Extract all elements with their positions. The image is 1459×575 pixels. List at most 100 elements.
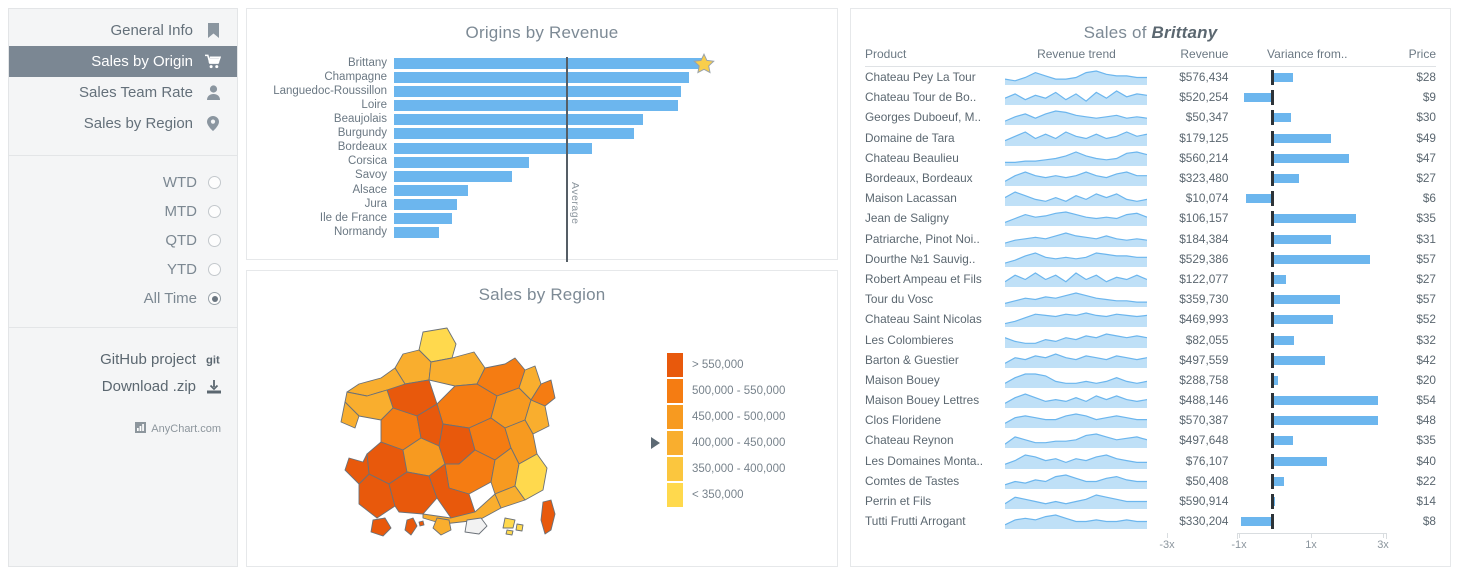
cell-revenue-trend bbox=[1002, 188, 1151, 208]
table-row[interactable]: Chateau Reynon $497,648 $35 bbox=[865, 430, 1436, 450]
legend-row[interactable]: > 550,000 bbox=[641, 352, 831, 378]
bar-row[interactable]: Alsace bbox=[247, 184, 815, 197]
sidebar-links: GitHub project git Download .zip AnyChart.… bbox=[9, 328, 237, 566]
table-row[interactable]: Tour du Vosc $359,730 $57 bbox=[865, 289, 1436, 309]
table-header-row: Product Revenue trend Revenue Variance f… bbox=[865, 43, 1436, 67]
radio-button[interactable] bbox=[208, 176, 221, 189]
table-row[interactable]: Maison Bouey $288,758 $20 bbox=[865, 370, 1436, 390]
bar-row[interactable]: Loire bbox=[247, 99, 815, 112]
bar-fill[interactable] bbox=[394, 58, 704, 70]
radio-button[interactable] bbox=[208, 205, 221, 218]
sidebar-item-sales-by-origin[interactable]: Sales by Origin bbox=[9, 46, 237, 77]
bar-row[interactable]: Brittany bbox=[247, 52, 815, 74]
cell-variance bbox=[1232, 329, 1382, 349]
bar-row[interactable]: Languedoc-Roussillon bbox=[247, 85, 815, 98]
bar-row[interactable]: Normandy bbox=[247, 226, 815, 239]
france-map-svg[interactable] bbox=[319, 322, 569, 537]
table-row[interactable]: Maison Lacassan $10,074 $6 bbox=[865, 188, 1436, 208]
bar-track bbox=[394, 128, 815, 140]
sparkline bbox=[1005, 292, 1148, 308]
column-header-product[interactable]: Product bbox=[865, 43, 1002, 67]
column-header-price[interactable]: Price bbox=[1382, 43, 1436, 67]
legend-row[interactable]: 450,000 - 500,000 bbox=[641, 404, 831, 430]
sidebar-item-general-info[interactable]: General Info bbox=[9, 15, 237, 46]
sparkline bbox=[1005, 433, 1148, 449]
sidebar-item-sales-by-region[interactable]: Sales by Region bbox=[9, 108, 237, 139]
table-row[interactable]: Chateau Pey La Tour $576,434 $28 bbox=[865, 67, 1436, 88]
bar-fill[interactable] bbox=[394, 227, 439, 239]
cell-revenue: $497,648 bbox=[1179, 433, 1229, 448]
period-option-ytd[interactable]: YTD bbox=[9, 255, 237, 284]
bar-fill[interactable] bbox=[394, 114, 643, 126]
bullet-chart bbox=[1233, 392, 1381, 409]
table-row[interactable]: Perrin et Fils $590,914 $14 bbox=[865, 491, 1436, 511]
bar-row[interactable]: Beaujolais bbox=[247, 113, 815, 126]
sparkline bbox=[1005, 312, 1148, 328]
variance-bar bbox=[1273, 133, 1331, 143]
bullet-chart bbox=[1233, 210, 1381, 227]
link-download-zip[interactable]: Download .zip bbox=[9, 373, 237, 400]
table-row[interactable]: Chateau Tour de Bo.. $520,254 $9 bbox=[865, 87, 1436, 107]
bar-fill[interactable] bbox=[394, 212, 452, 224]
link-github-project[interactable]: GitHub project git bbox=[9, 346, 237, 373]
bar-fill[interactable] bbox=[394, 142, 592, 154]
bullet-chart bbox=[1233, 412, 1381, 429]
column-header-revenue-trend[interactable]: Revenue trend bbox=[1002, 43, 1151, 67]
table-row[interactable]: Domaine de Tara $179,125 $49 bbox=[865, 128, 1436, 148]
legend-row[interactable]: 400,000 - 450,000 bbox=[641, 430, 831, 456]
table-row[interactable]: Maison Bouey Lettres $488,146 $54 bbox=[865, 390, 1436, 410]
bar-fill[interactable] bbox=[394, 72, 689, 84]
period-option-qtd[interactable]: QTD bbox=[9, 226, 237, 255]
column-header-revenue[interactable]: Revenue bbox=[1150, 43, 1233, 67]
table-row[interactable]: Chateau Beaulieu $560,214 $47 bbox=[865, 148, 1436, 168]
anychart-brand[interactable]: AnyChart.com bbox=[9, 422, 237, 436]
period-option-all-time[interactable]: All Time bbox=[9, 284, 237, 313]
bar-row[interactable]: Jura bbox=[247, 198, 815, 211]
radio-button[interactable] bbox=[208, 234, 221, 247]
legend-row[interactable]: 350,000 - 400,000 bbox=[641, 456, 831, 482]
bullet-chart bbox=[1233, 170, 1381, 187]
table-row[interactable]: Tutti Frutti Arrogant $330,204 $8 bbox=[865, 511, 1436, 531]
bar-row[interactable]: Corsica bbox=[247, 156, 815, 169]
bar-fill[interactable] bbox=[394, 184, 468, 196]
period-option-wtd[interactable]: WTD bbox=[9, 168, 237, 197]
table-row[interactable]: Les Domaines Monta.. $76,107 $40 bbox=[865, 451, 1436, 471]
reference-marker bbox=[1271, 352, 1275, 368]
table-row[interactable]: Georges Duboeuf, M.. $50,347 $30 bbox=[865, 107, 1436, 127]
column-header-variance[interactable]: Variance from.. bbox=[1232, 43, 1383, 67]
bar-fill[interactable] bbox=[394, 170, 512, 182]
table-row[interactable]: Robert Ampeau et Fils $122,077 $27 bbox=[865, 269, 1436, 289]
person-icon bbox=[205, 85, 221, 101]
sidebar-item-sales-team-rate[interactable]: Sales Team Rate bbox=[9, 77, 237, 108]
legend-row[interactable]: 500,000 - 550,000 bbox=[641, 378, 831, 404]
table-row[interactable]: Dourthe №1 Sauvig.. $529,386 $57 bbox=[865, 249, 1436, 269]
bar-row[interactable]: Bordeaux bbox=[247, 141, 815, 154]
bar-fill[interactable] bbox=[394, 100, 678, 112]
table-row[interactable]: Jean de Saligny $106,157 $35 bbox=[865, 208, 1436, 228]
france-map[interactable] bbox=[247, 307, 641, 552]
bar-fill[interactable] bbox=[394, 86, 681, 98]
reference-marker bbox=[1271, 211, 1275, 227]
reference-marker bbox=[1271, 494, 1275, 510]
bar-fill[interactable] bbox=[394, 156, 529, 168]
origins-by-revenue-card: Origins by Revenue Brittany Champagne Lang… bbox=[246, 8, 838, 263]
bar-fill[interactable] bbox=[394, 128, 634, 140]
bar-row[interactable]: Savoy bbox=[247, 170, 815, 183]
bar-row[interactable]: Ile de France bbox=[247, 212, 815, 225]
bar-row[interactable]: Champagne bbox=[247, 71, 815, 84]
radio-button[interactable] bbox=[208, 292, 221, 305]
radio-button[interactable] bbox=[208, 263, 221, 276]
bar-row[interactable]: Burgundy bbox=[247, 127, 815, 140]
table-row[interactable]: Comtes de Tastes $50,408 $22 bbox=[865, 471, 1436, 491]
cell-variance bbox=[1232, 350, 1382, 370]
table-row[interactable]: Bordeaux, Bordeaux $323,480 $27 bbox=[865, 168, 1436, 188]
table-row[interactable]: Les Colombieres $82,055 $32 bbox=[865, 329, 1436, 349]
variance-bar bbox=[1240, 517, 1272, 527]
table-row[interactable]: Patriarche, Pinot Noi.. $184,384 $31 bbox=[865, 229, 1436, 249]
legend-row[interactable]: < 350,000 bbox=[641, 482, 831, 508]
table-row[interactable]: Barton & Guestier $497,559 $42 bbox=[865, 350, 1436, 370]
bar-fill[interactable] bbox=[394, 198, 457, 210]
table-row[interactable]: Chateau Saint Nicolas $469,993 $52 bbox=[865, 309, 1436, 329]
period-option-mtd[interactable]: MTD bbox=[9, 197, 237, 226]
table-row[interactable]: Clos Floridene $570,387 $48 bbox=[865, 410, 1436, 430]
